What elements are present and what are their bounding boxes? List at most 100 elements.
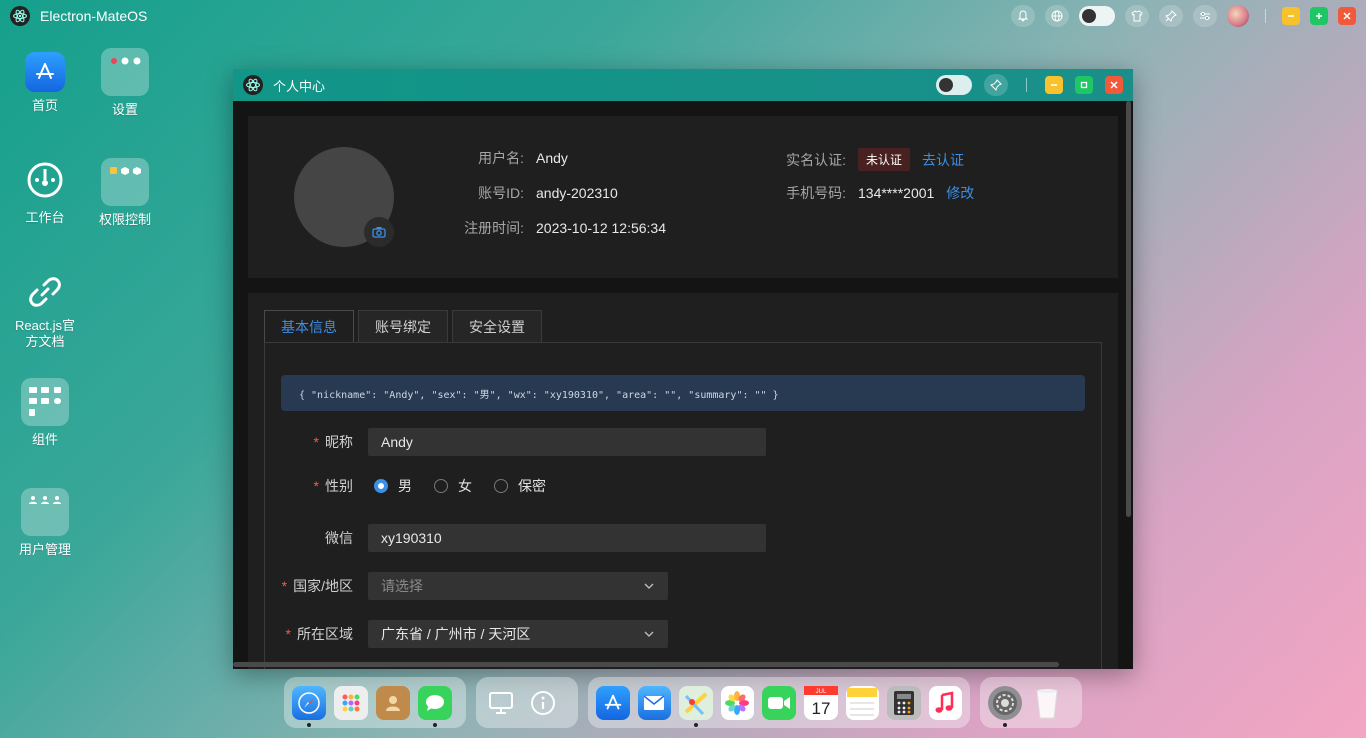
tab-account-binding[interactable]: 账号绑定 xyxy=(358,310,448,342)
messages-icon[interactable] xyxy=(418,685,452,727)
shirt-icon[interactable] xyxy=(1125,5,1149,27)
electron-logo-icon[interactable] xyxy=(10,6,30,26)
facetime-icon[interactable] xyxy=(762,685,796,720)
vertical-scrollbar[interactable] xyxy=(1126,101,1131,517)
account-id-label: 账号ID: xyxy=(478,185,524,201)
mail-icon[interactable] xyxy=(637,685,671,720)
globe-icon[interactable] xyxy=(1045,5,1069,27)
sex-row: * 性别 男 女 保密 xyxy=(265,476,546,496)
window-theme-toggle[interactable] xyxy=(936,75,972,95)
divider xyxy=(1026,78,1027,92)
dock-group-4 xyxy=(980,677,1082,728)
desktop-icon-label: 工作台 xyxy=(25,210,65,225)
window-close-button[interactable] xyxy=(1105,76,1123,94)
theme-toggle[interactable] xyxy=(1079,6,1115,26)
profile-card: 用户名: Andy 账号ID: andy-202310 注册时间: 2023-1… xyxy=(248,116,1118,278)
app-title: Electron-MateOS xyxy=(40,8,148,24)
maps-icon[interactable] xyxy=(679,685,713,727)
top-bar: Electron-MateOS xyxy=(0,0,1366,32)
realname-label: 实名认证: xyxy=(786,151,846,168)
username-row: 用户名: Andy xyxy=(434,148,568,168)
app-store-icon[interactable] xyxy=(596,685,630,720)
moon-icon xyxy=(939,78,953,92)
nickname-input[interactable]: Andy xyxy=(368,428,766,456)
contacts-icon[interactable] xyxy=(376,685,410,720)
country-select[interactable]: 请选择 xyxy=(368,572,668,600)
desktop-icon-workbench[interactable]: 工作台 xyxy=(5,160,85,226)
window-minimize-button[interactable] xyxy=(1045,76,1063,94)
area-cascader[interactable]: 广东省 / 广州市 / 天河区 xyxy=(368,620,668,648)
svg-text:JUL: JUL xyxy=(815,689,826,695)
desktop-icon-react-docs[interactable]: React.js官方文档 xyxy=(5,272,85,350)
edit-phone-link[interactable]: 修改 xyxy=(946,183,974,203)
camera-icon[interactable] xyxy=(364,217,394,247)
window-maximize-button[interactable] xyxy=(1075,76,1093,94)
phone-row: 手机号码: 134****2001 修改 xyxy=(756,183,974,203)
desktop-icon-label: 设置 xyxy=(111,102,138,117)
wechat-row: 微信 xy190310 xyxy=(265,524,766,552)
maximize-button[interactable] xyxy=(1310,7,1328,25)
account-id-value: andy-202310 xyxy=(536,185,618,201)
desktop-icon-user-management[interactable]: 用户管理 xyxy=(5,488,85,558)
realname-status-badge: 未认证 xyxy=(858,148,911,171)
wechat-input[interactable]: xy190310 xyxy=(368,524,766,552)
chevron-down-icon xyxy=(644,583,654,589)
nickname-row: * 昵称 Andy xyxy=(265,428,766,456)
desktop-icon-home[interactable]: 首页 xyxy=(5,52,85,114)
sex-field-label: * 性别 xyxy=(313,478,353,494)
desktop-icon-settings[interactable]: 设置 xyxy=(85,48,165,118)
notes-icon[interactable] xyxy=(845,685,879,720)
desktop-icon-permissions[interactable]: 权限控制 xyxy=(85,158,165,228)
trash-icon[interactable] xyxy=(1030,686,1064,720)
wechat-field-label: 微信 xyxy=(325,530,353,546)
desktop-icon-label: React.js官方文档 xyxy=(15,318,75,349)
tab-basic-info[interactable]: 基本信息 xyxy=(264,310,354,342)
minimize-button[interactable] xyxy=(1282,7,1300,25)
app-store-icon xyxy=(25,52,65,92)
folder-icon xyxy=(21,378,69,426)
pin-icon[interactable] xyxy=(984,74,1008,96)
close-button[interactable] xyxy=(1338,7,1356,25)
sex-radio-secret[interactable]: 保密 xyxy=(494,476,546,496)
calendar-icon[interactable]: JUL 17 xyxy=(803,685,838,720)
bell-icon[interactable] xyxy=(1011,5,1035,27)
tab-security-settings[interactable]: 安全设置 xyxy=(452,310,542,342)
monitor-icon[interactable] xyxy=(484,686,518,720)
profile-window: 个人中心 用户名: Andy 账号ID: andy-202310 注册时间: 2… xyxy=(233,69,1133,669)
content-card: 基本信息 账号绑定 安全设置 { "nickname": "Andy", "se… xyxy=(248,293,1118,669)
launchpad-icon[interactable] xyxy=(334,685,368,720)
desktop-icon-label: 用户管理 xyxy=(18,542,71,557)
window-title: 个人中心 xyxy=(273,78,326,94)
sex-radio-female[interactable]: 女 xyxy=(434,476,472,496)
folder-icon xyxy=(101,158,149,206)
area-row: * 所在区域 广东省 / 广州市 / 天河区 xyxy=(265,620,668,648)
chevron-down-icon xyxy=(644,631,654,637)
dashboard-icon xyxy=(25,160,65,200)
tab-bar: 基本信息 账号绑定 安全设置 xyxy=(264,310,546,342)
area-value: 广东省 / 广州市 / 天河区 xyxy=(381,626,531,642)
register-time-label: 注册时间: xyxy=(464,220,524,236)
folder-icon xyxy=(21,488,69,536)
photos-icon[interactable] xyxy=(720,685,754,720)
realname-row: 实名认证: 未认证 去认证 xyxy=(756,148,964,171)
info-icon[interactable] xyxy=(526,686,560,720)
moon-icon xyxy=(1082,9,1096,23)
horizontal-scrollbar[interactable] xyxy=(233,662,1059,667)
pin-icon[interactable] xyxy=(1159,5,1183,27)
user-avatar[interactable] xyxy=(1227,5,1249,27)
system-settings-icon[interactable] xyxy=(988,685,1022,727)
sex-radio-group: 男 女 保密 xyxy=(374,476,546,496)
music-icon[interactable] xyxy=(928,685,962,720)
sliders-icon[interactable] xyxy=(1193,5,1217,27)
desktop-icon-label: 组件 xyxy=(31,432,58,447)
calculator-icon[interactable] xyxy=(887,685,921,720)
desktop-icon-components[interactable]: 组件 xyxy=(5,378,85,448)
window-titlebar[interactable]: 个人中心 xyxy=(233,69,1133,101)
verify-link[interactable]: 去认证 xyxy=(922,150,964,170)
phone-label: 手机号码: xyxy=(786,185,846,201)
phone-value: 134****2001 xyxy=(858,185,935,201)
svg-text:17: 17 xyxy=(811,699,830,718)
electron-logo-icon xyxy=(243,75,263,95)
safari-icon[interactable] xyxy=(292,685,326,727)
sex-radio-male[interactable]: 男 xyxy=(374,476,412,496)
